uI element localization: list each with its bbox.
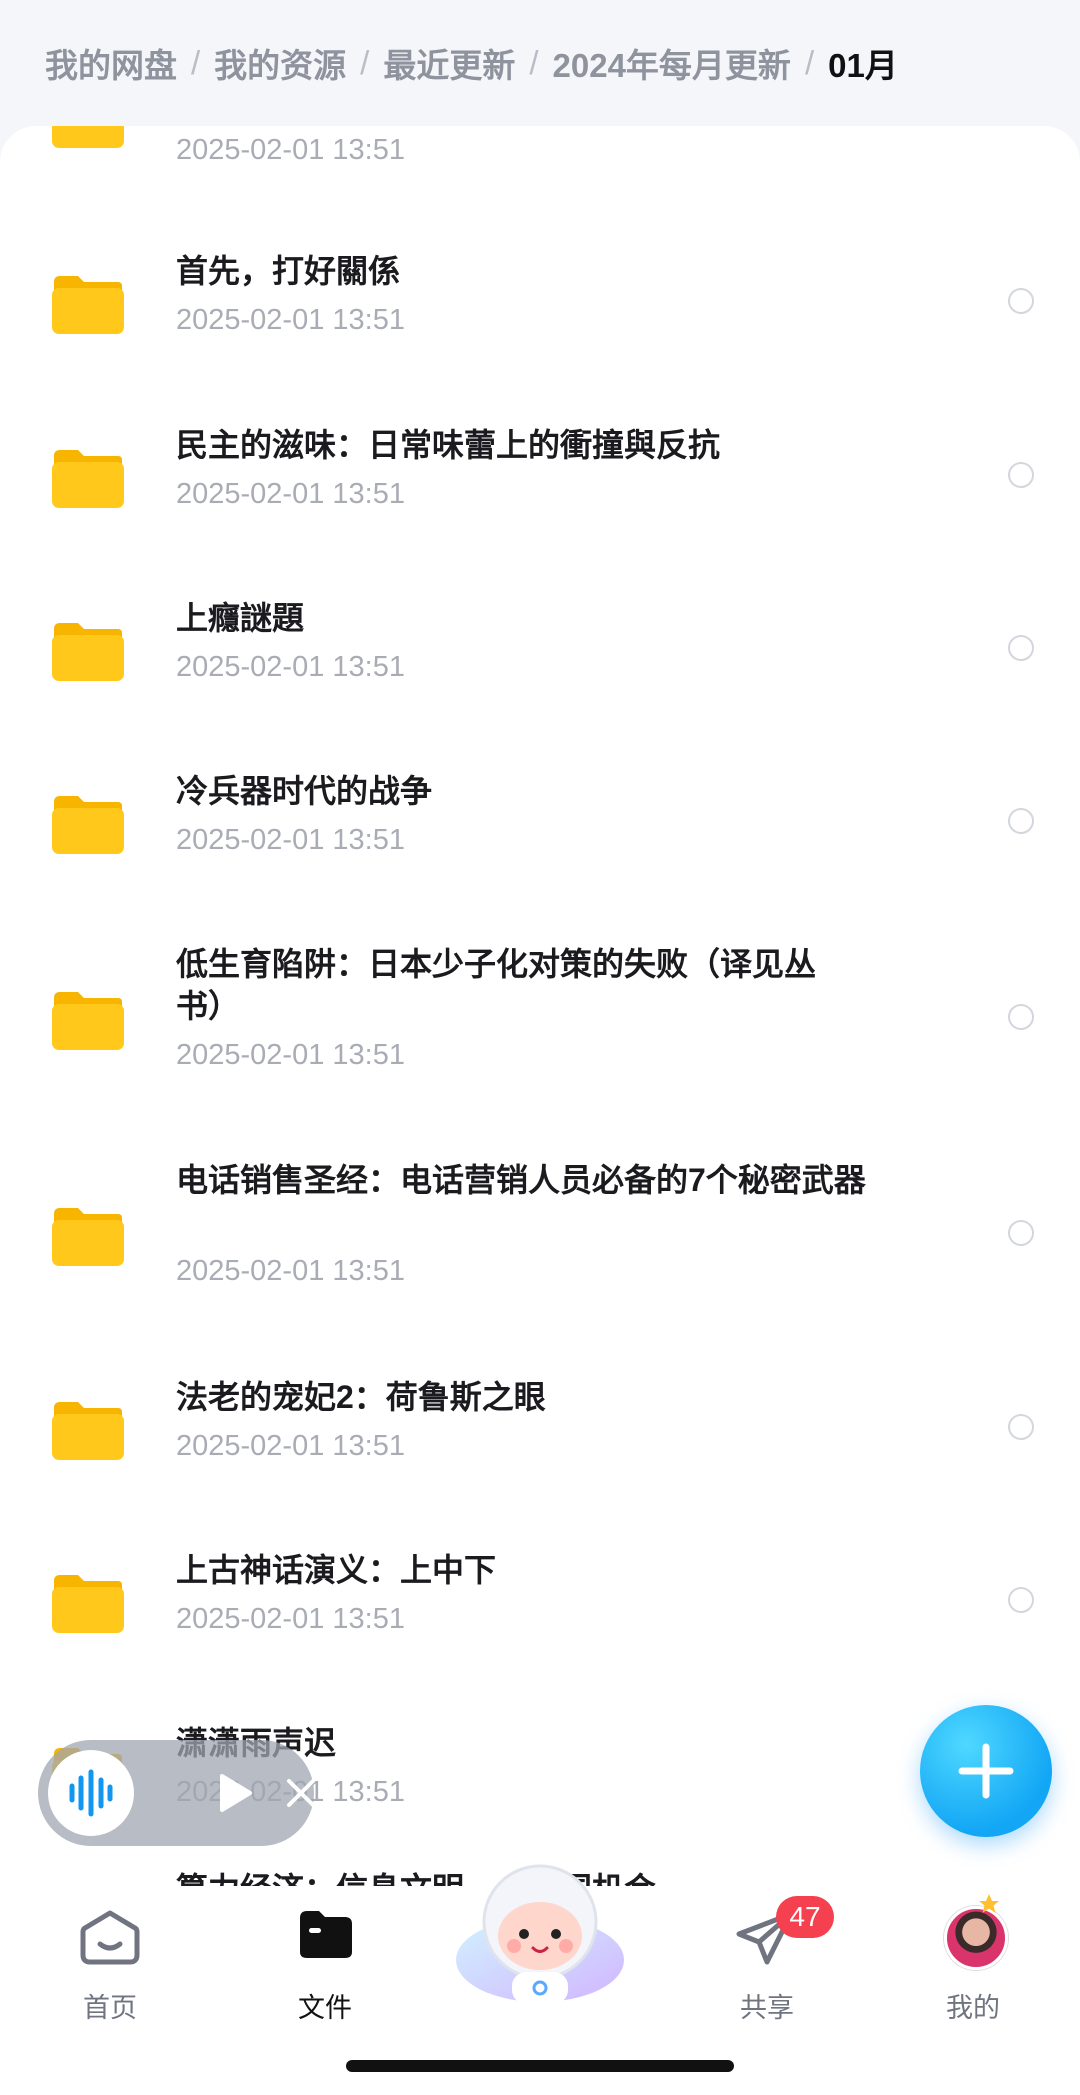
file-name: 冷兵器时代的战争 [176, 773, 433, 809]
file-date: 2025-02-01 13:51 [176, 1430, 405, 1462]
select-radio[interactable] [1008, 635, 1034, 661]
folder-icon [52, 796, 124, 854]
avatar[interactable] [944, 1906, 1008, 1970]
select-radio[interactable] [1008, 1220, 1034, 1246]
breadcrumb-item-monthly-2024[interactable]: 2024年每月更新 [553, 39, 791, 87]
add-button[interactable] [920, 1705, 1052, 1837]
file-name: 首先，打好關係 [176, 253, 401, 289]
folder-icon [52, 1575, 124, 1633]
folder-icon [52, 1402, 124, 1460]
folder-icon [52, 623, 124, 681]
file-date: 2025-02-01 13:51 [176, 824, 405, 856]
tab-share-label: 共享 [740, 1993, 794, 2023]
share-count-badge: 47 [776, 1896, 834, 1938]
folder-icon [52, 1208, 124, 1266]
file-list-panel: 2025-02-01 13:51 首先，打好關係 2025-02-01 13:5… [0, 126, 1080, 1886]
file-date: 2025-02-01 13:51 [176, 478, 405, 510]
breadcrumb-item-my-resources[interactable]: 我的资源 [214, 39, 346, 87]
file-date: 2025-02-01 13:51 [176, 1603, 405, 1635]
home-icon [80, 1910, 140, 1965]
select-radio[interactable] [1008, 808, 1034, 834]
file-name: 电话销售圣经：电话营销人员必备的7个秘密武器 [176, 1162, 866, 1198]
tab-files-label: 文件 [298, 1993, 352, 2023]
breadcrumb-current: 01月 [828, 47, 898, 84]
mascot-icon[interactable] [450, 1850, 630, 2010]
select-radio[interactable] [1008, 1004, 1034, 1030]
file-date: 2025-02-01 13:51 [176, 651, 405, 683]
folder-icon [52, 126, 124, 148]
file-name: 上癮謎題 [176, 600, 305, 636]
breadcrumb: 我的网盘 / 我的资源 / 最近更新 / 2024年每月更新 / 01月 [45, 38, 898, 88]
folder-icon [52, 276, 124, 334]
home-indicator [346, 2060, 734, 2072]
breadcrumb-separator: / [804, 44, 815, 81]
select-radio[interactable] [1008, 1587, 1034, 1613]
select-radio[interactable] [1008, 288, 1034, 314]
tab-me-label: 我的 [946, 1993, 1000, 2023]
folder-icon [52, 992, 124, 1050]
audio-wave-button[interactable] [48, 1750, 134, 1836]
file-date: 2025-02-01 13:51 [176, 1255, 405, 1287]
file-name: 低生育陷阱：日本少子化对策的失败（译见丛书） [176, 946, 817, 1024]
folder-icon [52, 450, 124, 508]
file-date: 2025-02-01 13:51 [176, 1039, 405, 1071]
file-date: 2025-02-01 13:51 [176, 134, 405, 166]
breadcrumb-item-my-drive[interactable]: 我的网盘 [45, 39, 177, 87]
file-name: 法老的宠妃2：荷鲁斯之眼 [176, 1379, 546, 1415]
audio-wave-icon [69, 1769, 113, 1817]
select-radio[interactable] [1008, 462, 1034, 488]
audio-player[interactable] [38, 1740, 317, 1846]
plus-icon [958, 1743, 1014, 1799]
star-icon [979, 1894, 999, 1913]
file-date: 2025-02-01 13:51 [176, 304, 405, 336]
breadcrumb-item-recent-updates[interactable]: 最近更新 [383, 39, 515, 87]
file-name: 民主的滋味：日常味蕾上的衝撞與反抗 [176, 427, 721, 463]
breadcrumb-separator: / [191, 44, 201, 81]
play-icon[interactable] [216, 1773, 254, 1813]
select-radio[interactable] [1008, 1414, 1034, 1440]
breadcrumb-separator: / [529, 44, 539, 81]
breadcrumb-separator: / [360, 44, 370, 81]
file-name: 上古神话演义：上中下 [176, 1552, 497, 1588]
close-icon[interactable] [285, 1777, 317, 1809]
tab-home-label: 首页 [83, 1993, 137, 2023]
folder-icon [300, 1911, 352, 1958]
